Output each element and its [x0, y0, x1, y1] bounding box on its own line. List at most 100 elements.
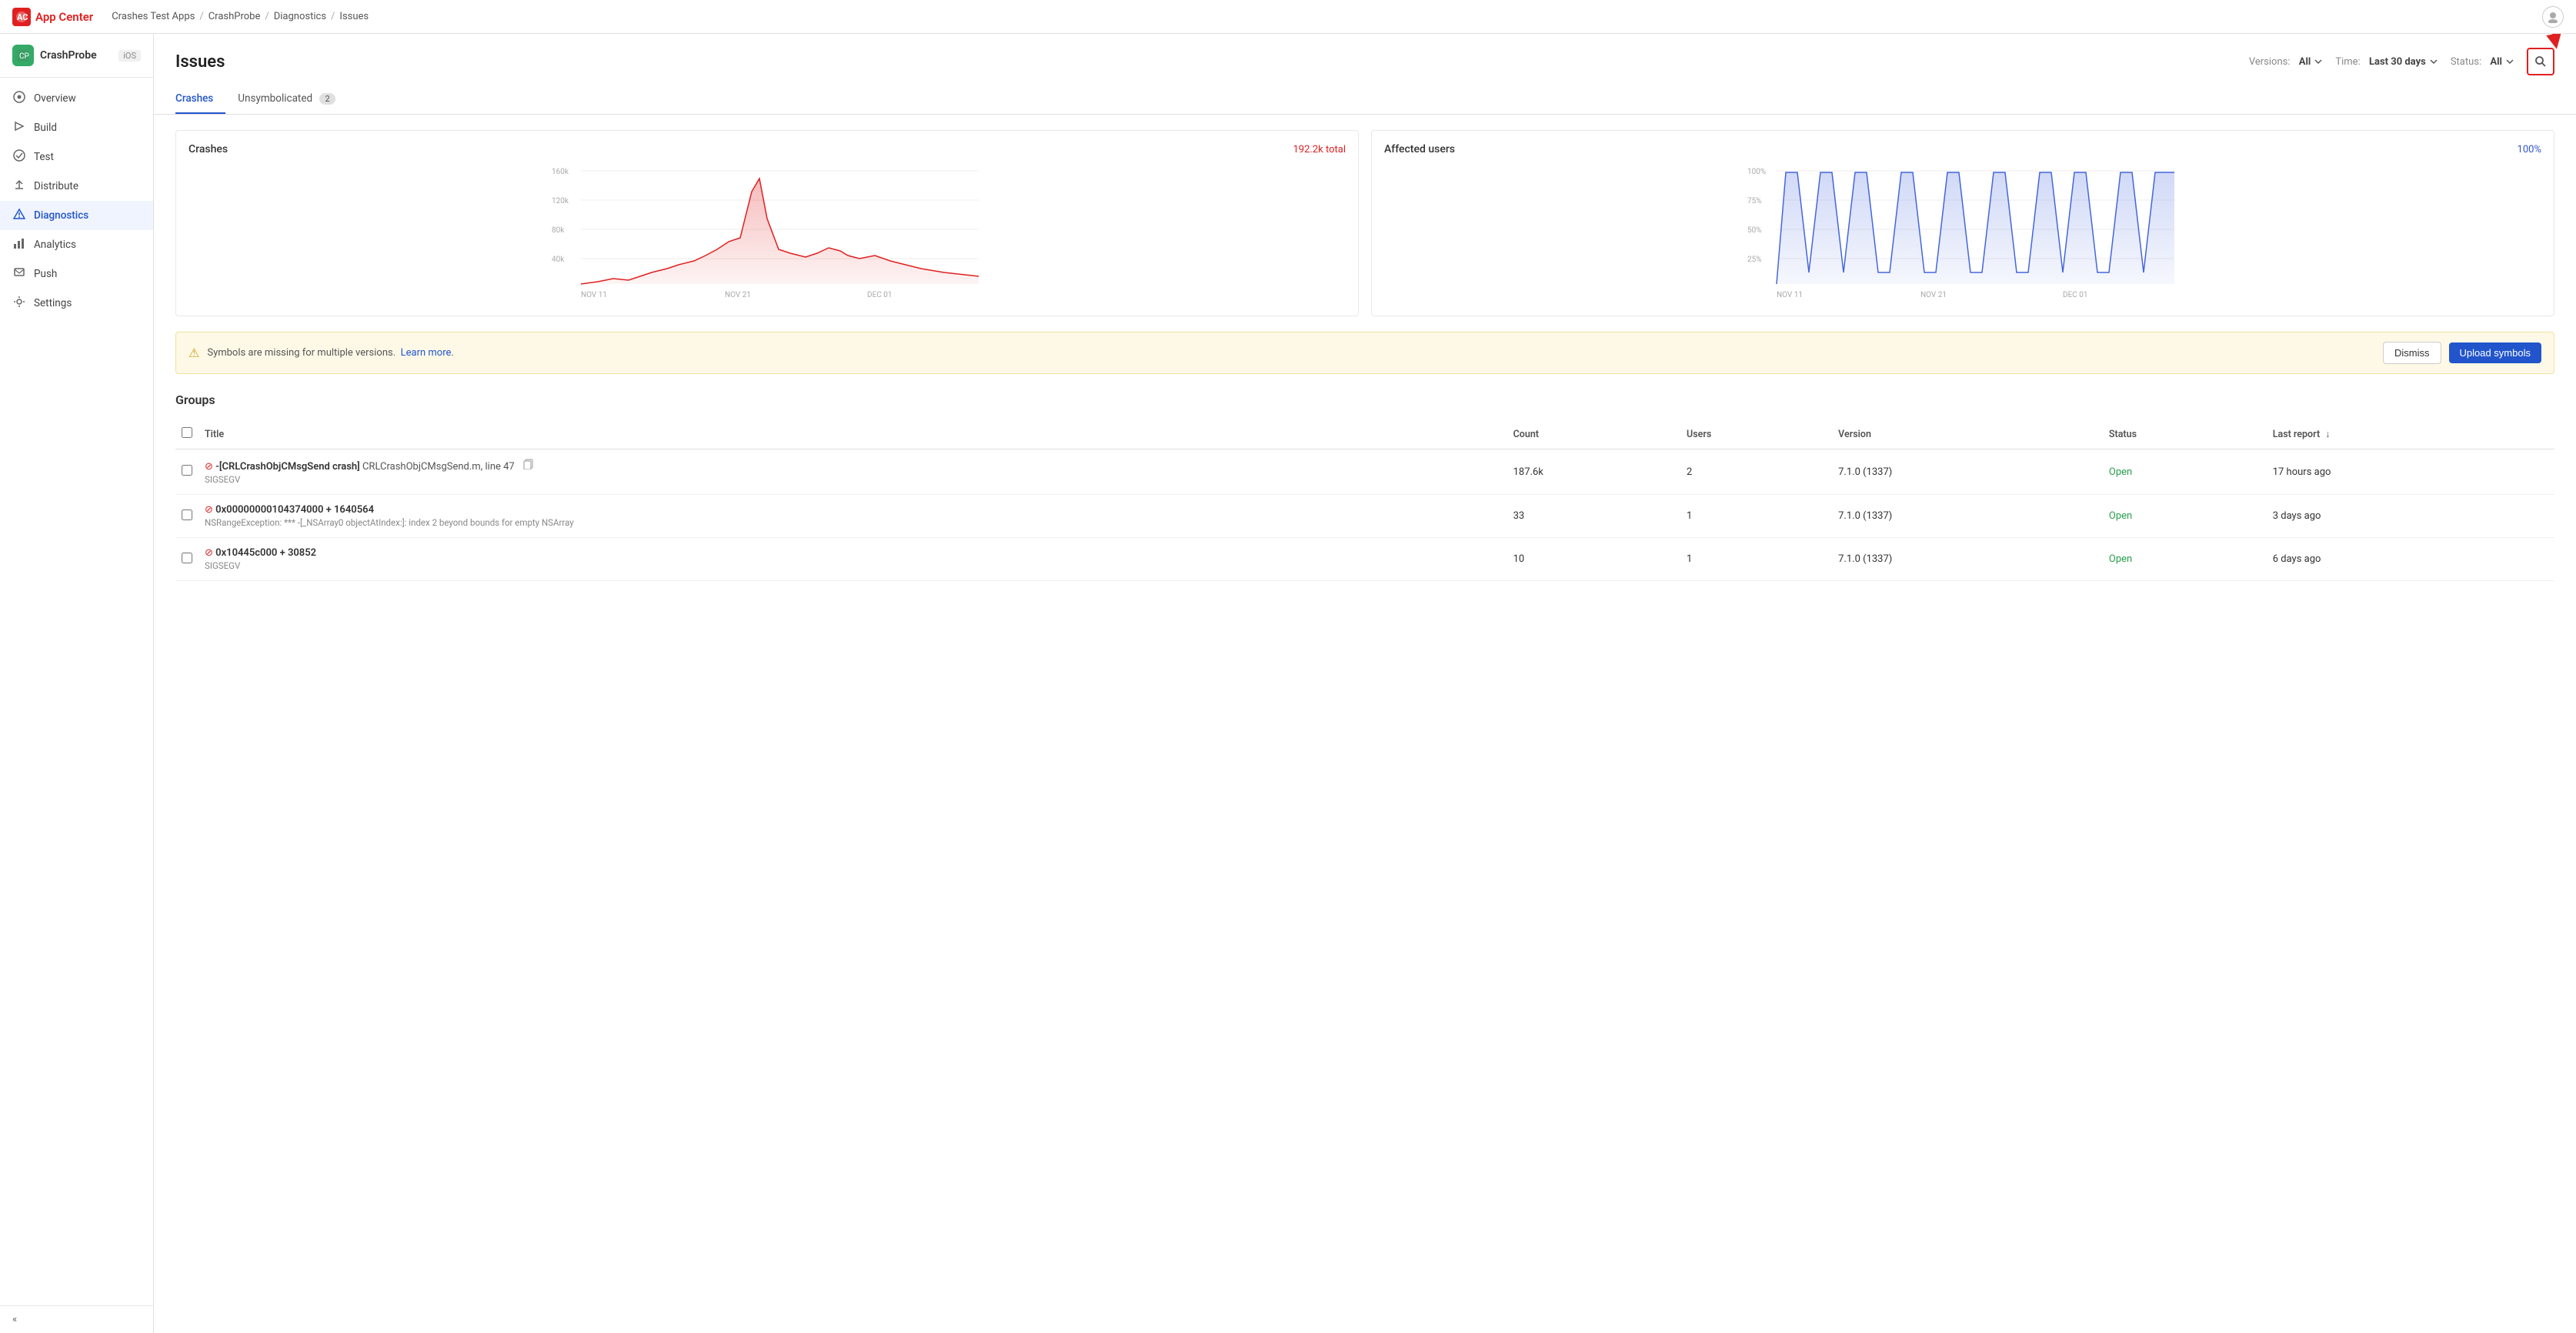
copy-icon[interactable]: [523, 461, 534, 473]
row3-lastreport: 6 days ago: [2267, 538, 2554, 581]
row3-subtitle: SIGSEGV: [205, 560, 1501, 571]
time-value: Last 30 days: [2369, 56, 2426, 68]
learn-more-link[interactable]: Learn more: [401, 347, 452, 359]
sidebar-collapse-button[interactable]: «: [0, 1305, 153, 1333]
sidebar-label-diagnostics: Diagnostics: [34, 209, 88, 222]
collapse-icon: «: [12, 1314, 17, 1325]
breadcrumb-sep-2: /: [265, 11, 269, 22]
groups-title: Groups: [175, 386, 2554, 407]
test-icon: [12, 149, 26, 165]
tab-unsymbolicated[interactable]: Unsymbolicated 2: [238, 85, 347, 114]
svg-text:DEC 01: DEC 01: [2063, 291, 2087, 299]
sidebar-item-build[interactable]: Build: [0, 113, 153, 142]
top-nav: AC App Center Crashes Test Apps / CrashP…: [0, 0, 2576, 34]
page-controls: Versions: All Time: Last 30 days Status:…: [2249, 48, 2554, 75]
select-all-cell: [175, 419, 199, 449]
row1-version: 7.1.0 (1337): [1832, 449, 2103, 495]
breadcrumb-item-3[interactable]: Diagnostics: [274, 11, 326, 22]
unsymbolicated-badge: 2: [319, 93, 335, 105]
crashes-chart-header: Crashes 192.2k total: [189, 143, 1346, 155]
row1-subtitle: SIGSEGV: [205, 474, 1501, 485]
row2-version: 7.1.0 (1337): [1832, 495, 2103, 538]
row1-title-line: ⊘ -[CRLCrashObjCMsgSend crash] CRLCrashO…: [205, 459, 1501, 473]
app-platform: iOS: [118, 50, 141, 62]
tab-crashes-label: Crashes: [175, 92, 213, 105]
status-dropdown[interactable]: Status: All: [2451, 56, 2514, 68]
distribute-icon: [12, 179, 26, 194]
warning-text: Symbols are missing for multiple version…: [207, 347, 2375, 359]
sidebar-item-push[interactable]: Push: [0, 259, 153, 289]
table-row: ⊘ -[CRLCrashObjCMsgSend crash] CRLCrashO…: [175, 449, 2554, 495]
svg-text:40k: 40k: [552, 256, 565, 264]
select-all-checkbox[interactable]: [182, 427, 192, 438]
breadcrumb-item-4[interactable]: Issues: [339, 11, 369, 22]
svg-text:120k: 120k: [552, 197, 569, 205]
row2-lastreport: 3 days ago: [2267, 495, 2554, 538]
sidebar: CP CrashProbe iOS Overview Build: [0, 34, 154, 1333]
sidebar-item-settings[interactable]: Settings: [0, 289, 153, 318]
row2-title-line: ⊘ 0x00000000104374000 + 1640564: [205, 504, 1501, 516]
row1-title-bold[interactable]: -[CRLCrashObjCMsgSend crash]: [215, 461, 360, 473]
app-logo[interactable]: AC App Center: [12, 8, 93, 26]
search-icon: [2534, 55, 2547, 68]
versions-dropdown[interactable]: Versions: All: [2249, 56, 2323, 68]
crashes-chart: Crashes 192.2k total 160k 120k 80k 40k: [175, 130, 1359, 316]
diagnostics-icon: [12, 208, 26, 223]
crashes-chart-title: Crashes: [189, 143, 228, 155]
chevron-down-icon-2: [2429, 57, 2438, 66]
row3-title: ⊘ 0x10445c000 + 30852 SIGSEGV: [199, 538, 1507, 581]
sidebar-label-settings: Settings: [34, 297, 72, 309]
sidebar-item-diagnostics[interactable]: Diagnostics: [0, 201, 153, 230]
time-dropdown[interactable]: Time: Last 30 days: [2335, 56, 2438, 68]
sidebar-item-overview[interactable]: Overview: [0, 84, 153, 113]
sidebar-item-analytics[interactable]: Analytics: [0, 230, 153, 259]
col-header-lastreport[interactable]: Last report ↓: [2267, 419, 2554, 449]
row3-status: Open: [2103, 538, 2267, 581]
push-icon: [12, 266, 26, 282]
sidebar-item-distribute[interactable]: Distribute: [0, 172, 153, 201]
svg-text:160k: 160k: [552, 168, 569, 176]
dismiss-button[interactable]: Dismiss: [2383, 342, 2441, 364]
sidebar-item-test[interactable]: Test: [0, 142, 153, 172]
row2-users: 1: [1680, 495, 1832, 538]
breadcrumb-item-2[interactable]: CrashProbe: [209, 11, 261, 22]
svg-text:80k: 80k: [552, 226, 565, 235]
crashes-chart-svg: 160k 120k 80k 40k: [189, 165, 1346, 303]
app-info: CP CrashProbe: [12, 45, 97, 66]
row2-checkbox[interactable]: [182, 509, 192, 520]
affected-chart-svg: 100% 75% 50% 25%: [1384, 165, 2541, 303]
row3-version: 7.1.0 (1337): [1832, 538, 2103, 581]
row3-title-bold[interactable]: 0x10445c000 + 30852: [215, 547, 316, 559]
breadcrumb: Crashes Test Apps / CrashProbe / Diagnos…: [112, 11, 369, 22]
time-label: Time:: [2335, 56, 2360, 68]
user-avatar[interactable]: [2542, 6, 2564, 28]
row1-title-normal: CRLCrashObjCMsgSend.m, line 47: [362, 461, 515, 473]
breadcrumb-sep-3: /: [331, 11, 335, 22]
affected-chart-total: 100%: [2518, 144, 2541, 155]
row2-title: ⊘ 0x00000000104374000 + 1640564 NSRangeE…: [199, 495, 1507, 538]
table-header: Title Count Users Version Status Last re…: [175, 419, 2554, 449]
upload-symbols-button[interactable]: Upload symbols: [2449, 342, 2542, 363]
logo-icon: AC: [12, 8, 31, 26]
tab-unsymbolicated-label: Unsymbolicated: [238, 92, 312, 105]
tab-crashes[interactable]: Crashes: [175, 85, 225, 114]
page-title: Issues: [175, 52, 225, 72]
search-button[interactable]: [2527, 48, 2554, 75]
row2-title-bold[interactable]: 0x00000000104374000 + 1640564: [215, 504, 374, 516]
breadcrumb-item-1[interactable]: Crashes Test Apps: [112, 11, 195, 22]
status-label: Status:: [2451, 56, 2481, 68]
row3-checkbox[interactable]: [182, 553, 192, 563]
row1-checkbox[interactable]: [182, 465, 192, 476]
svg-text:50%: 50%: [1747, 226, 1762, 235]
col-header-count: Count: [1507, 419, 1680, 449]
table-row: ⊘ 0x00000000104374000 + 1640564 NSRangeE…: [175, 495, 2554, 538]
col-header-users: Users: [1680, 419, 1832, 449]
row3-title-line: ⊘ 0x10445c000 + 30852: [205, 547, 1501, 559]
content-inner: Issues Versions: All Time: Last 30 days …: [154, 34, 2576, 1333]
row2-count: 33: [1507, 495, 1680, 538]
breadcrumb-sep-1: /: [199, 11, 203, 22]
sidebar-label-analytics: Analytics: [34, 239, 76, 251]
table-body: ⊘ -[CRLCrashObjCMsgSend crash] CRLCrashO…: [175, 449, 2554, 581]
main-layout: CP CrashProbe iOS Overview Build: [0, 34, 2576, 1333]
row2-status: Open: [2103, 495, 2267, 538]
